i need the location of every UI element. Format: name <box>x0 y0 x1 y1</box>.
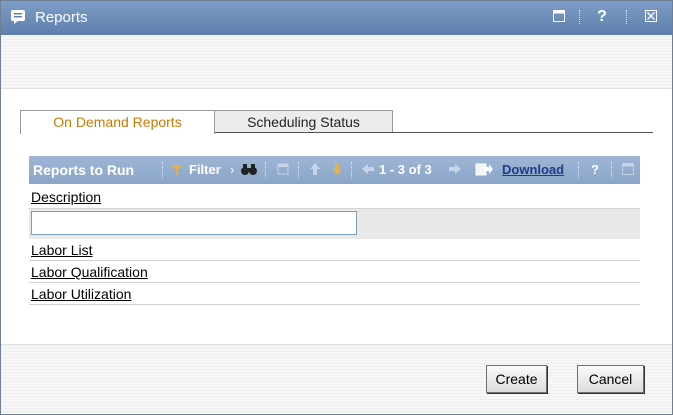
filter-row <box>29 208 640 241</box>
report-link-labor-qualification[interactable]: Labor Qualification <box>31 264 148 280</box>
tab-on-demand-reports[interactable]: On Demand Reports <box>20 110 215 134</box>
window-title: Reports <box>35 9 88 26</box>
description-column-header[interactable]: Description <box>31 189 101 205</box>
toolbar-separator <box>162 162 165 178</box>
column-header: Description <box>29 184 640 208</box>
dialog-footer <box>1 344 672 414</box>
reports-icon <box>10 9 26 25</box>
filter-icon[interactable] <box>170 162 184 180</box>
close-icon[interactable] <box>643 9 659 25</box>
table-row: Labor List <box>29 239 640 261</box>
chevron-right-icon: › <box>230 162 235 177</box>
grid-help-icon[interactable]: ? <box>591 162 599 178</box>
toolbar-separator <box>578 162 581 178</box>
restore-icon[interactable] <box>551 9 567 25</box>
help-icon[interactable]: ? <box>595 9 609 25</box>
reports-dialog: Reports ? On Demand Reports Scheduling S… <box>0 0 673 415</box>
table-row: Labor Qualification <box>29 261 640 283</box>
report-link-labor-utilization[interactable]: Labor Utilization <box>31 286 131 302</box>
toolbar-separator <box>611 162 614 178</box>
download-link[interactable]: Download <box>502 162 564 178</box>
download-icon[interactable] <box>475 162 493 180</box>
cancel-button[interactable]: Cancel <box>577 365 644 393</box>
arrow-down-icon <box>331 162 343 180</box>
toolbar-separator <box>298 162 301 178</box>
binoculars-icon[interactable] <box>240 162 258 180</box>
report-link-labor-list[interactable]: Labor List <box>31 242 92 258</box>
clear-filter-icon <box>276 162 290 180</box>
toolbar-band <box>1 35 672 89</box>
description-filter-input[interactable] <box>31 211 357 235</box>
title-separator <box>579 10 582 24</box>
grid-title: Reports to Run <box>33 162 135 178</box>
grid-toolbar: Reports to Run Filter › 1 - 3 of 3 Downl… <box>29 156 640 184</box>
pagination-text: 1 - 3 of 3 <box>379 162 432 177</box>
toolbar-separator <box>351 162 354 178</box>
arrow-up-icon <box>309 162 321 180</box>
table-row: Labor Utilization <box>29 283 640 305</box>
create-button[interactable]: Create <box>486 365 547 393</box>
next-page-icon <box>448 162 462 180</box>
filter-button[interactable]: Filter <box>189 162 221 178</box>
title-separator <box>626 10 629 24</box>
toolbar-separator <box>265 162 268 178</box>
grid-restore-icon[interactable] <box>621 162 635 180</box>
title-bar: Reports ? <box>1 1 672 35</box>
tab-scheduling-status[interactable]: Scheduling Status <box>214 110 393 133</box>
previous-page-icon <box>361 162 375 180</box>
